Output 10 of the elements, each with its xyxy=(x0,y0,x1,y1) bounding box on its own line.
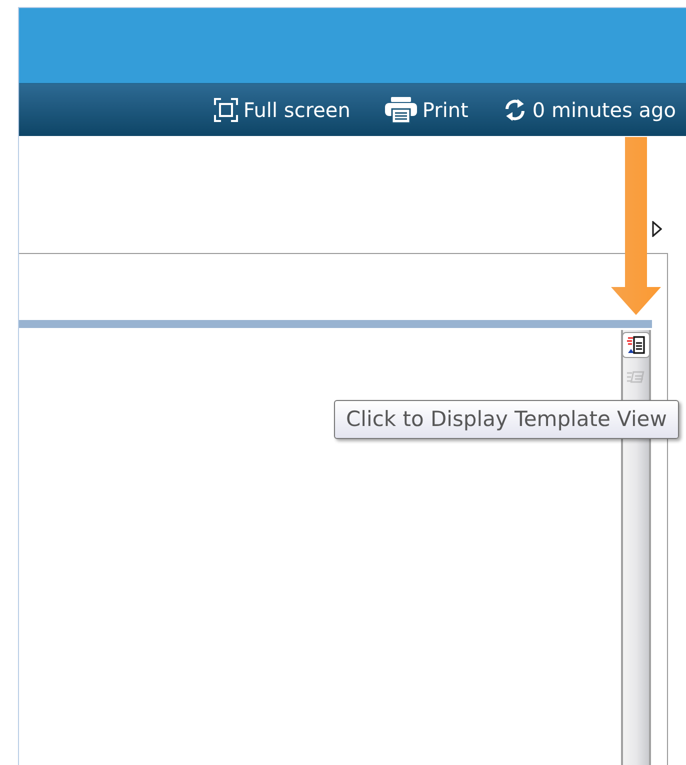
fullscreen-icon xyxy=(213,97,240,123)
print-icon xyxy=(384,96,418,124)
triangle-icon[interactable] xyxy=(652,221,662,237)
list-icon xyxy=(626,369,646,385)
toolbar-button[interactable]: Full screen xyxy=(213,95,350,125)
toolbar-button[interactable]: Print xyxy=(384,95,468,125)
tooltip: Click to Display Template View xyxy=(334,400,679,439)
toolbar-button[interactable]: 0 minutes ago xyxy=(502,95,676,125)
template-icon xyxy=(626,335,646,355)
template-view-button[interactable] xyxy=(622,332,650,358)
